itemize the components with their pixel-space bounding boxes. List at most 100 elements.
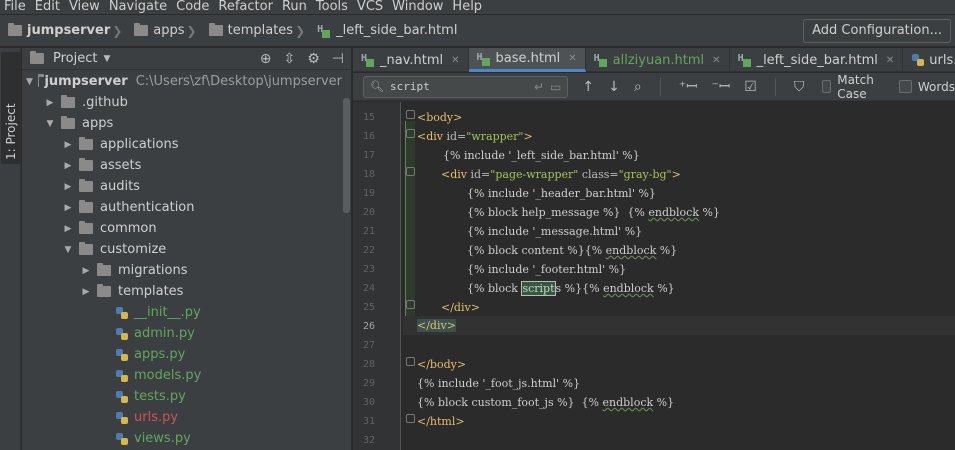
expand-arrow-icon[interactable]: ▼ — [44, 119, 56, 129]
expand-arrow-icon[interactable]: ▼ — [26, 77, 33, 87]
add-configuration-button[interactable]: Add Configuration... — [803, 19, 951, 43]
line-number: 21 — [362, 226, 375, 237]
collapsed-arrow-icon[interactable]: ▶ — [62, 161, 74, 171]
menu-vcs[interactable]: VCS — [357, 0, 383, 14]
collapsed-arrow-icon[interactable]: ▶ — [62, 203, 74, 213]
folder-icon — [61, 116, 75, 129]
close-icon[interactable]: ✕ — [451, 55, 459, 66]
python-file-icon — [115, 369, 129, 383]
tree-folder-item[interactable]: ▼ apps — [22, 113, 342, 134]
tree-file-item[interactable]: ▶admin.py — [22, 323, 342, 344]
menu-view[interactable]: View — [69, 0, 100, 14]
code-line-21: {% include '_message.html' %} — [467, 225, 643, 238]
collapsed-arrow-icon[interactable]: ▶ — [62, 224, 74, 234]
menu-navigate[interactable]: Navigate — [109, 0, 167, 14]
breadcrumb-apps[interactable]: apps ❯ — [134, 23, 202, 38]
tree-item-label: customize — [100, 242, 167, 257]
breadcrumb-file[interactable]: _left_side_bar.html — [317, 23, 457, 38]
project-panel-header: Project ▼ ⊕ ⇳ ⚙ ⊣ — [22, 48, 352, 70]
gear-icon[interactable]: ⚙ — [307, 51, 320, 67]
collapsed-arrow-icon[interactable]: ▶ — [80, 287, 92, 297]
editor-tabs: _nav.html✕base.html✕allziyuan.html✕_left… — [353, 48, 955, 72]
project-scrollbar[interactable] — [343, 98, 350, 213]
breadcrumb-templates[interactable]: templates ❯ — [208, 23, 312, 38]
python-file-icon — [115, 390, 129, 404]
tree-file-item[interactable]: ▶views.py — [22, 428, 342, 449]
menu-window[interactable]: Window — [392, 0, 443, 14]
collapse-all-icon[interactable]: ⇳ — [284, 51, 296, 67]
tree-file-item[interactable]: ▶urls.py — [22, 407, 342, 428]
tree-folder-item[interactable]: ▶ templates — [22, 281, 342, 302]
code-editor[interactable]: 15 16 17 18 19 20 21 22 23 24 25 26 27 28 29 30 31 32 <bo… — [353, 102, 955, 450]
next-occurrence-icon[interactable]: ↓ — [608, 79, 620, 95]
checkbox-box[interactable] — [898, 80, 912, 93]
tree-folder-item[interactable]: ▶ assets — [22, 155, 342, 176]
remove-selection-icon[interactable]: ⁻ꟷ — [711, 77, 730, 96]
html-file-icon — [317, 24, 331, 38]
close-icon[interactable]: ✕ — [886, 55, 894, 66]
menu-bar: File Edit View Navigate Code Refactor Run Tools… — [0, 0, 955, 14]
tree-folder-item[interactable]: ▶ common — [22, 218, 342, 239]
tree-root[interactable]: ▼ jumpserver C:\Users\zf\Desktop\jumpser… — [22, 71, 342, 92]
menu-tools[interactable]: Tools — [316, 0, 348, 14]
collapsed-arrow-icon[interactable]: ▶ — [62, 182, 74, 192]
close-icon[interactable]: ✕ — [712, 55, 720, 66]
tree-folder-item[interactable]: ▶ applications — [22, 134, 342, 155]
menu-code[interactable]: Code — [176, 0, 209, 14]
project-tool-window-tab[interactable]: 1: Project — [1, 52, 20, 164]
collapsed-arrow-icon[interactable]: ▶ — [80, 266, 92, 276]
search-icon[interactable]: 🔍︎ — [370, 80, 384, 93]
tree-folder-item[interactable]: ▼ customize — [22, 239, 342, 260]
tool-window-strip: 1: Project — [0, 48, 21, 450]
find-all-icon[interactable]: ⌕ — [634, 79, 642, 95]
menu-run[interactable]: Run — [282, 0, 307, 14]
locate-icon[interactable]: ⊕ — [260, 51, 272, 67]
menu-refactor[interactable]: Refactor — [218, 0, 273, 14]
tab-left-side-bar-html[interactable]: _left_side_bar.html ✕ — [730, 48, 904, 72]
code-area[interactable]: <body> <div id="wrapper"> {% include '_l… — [403, 102, 955, 450]
collapsed-arrow-icon[interactable]: ▶ — [62, 140, 74, 150]
filter-icon[interactable]: ⛉ — [794, 79, 805, 95]
tree-file-item[interactable]: ▶apps.py — [22, 344, 342, 365]
menu-help[interactable]: Help — [452, 0, 482, 14]
dropdown-arrow-icon[interactable]: ▼ — [103, 54, 110, 64]
select-all-occurrences-icon[interactable]: ☑ — [744, 79, 757, 95]
tree-file-item[interactable]: ▶models.py — [22, 365, 342, 386]
tab-nav-html[interactable]: _nav.html ✕ — [353, 48, 469, 72]
project-panel-title[interactable]: Project — [53, 51, 97, 66]
hide-icon[interactable]: ⊣ — [332, 51, 344, 67]
tab-base-html[interactable]: base.html ✕ — [468, 48, 586, 72]
line-number: 22 — [362, 245, 375, 256]
search-field[interactable]: 🔍︎ ↵ ▭ — [363, 75, 569, 98]
tree-folder-item[interactable]: ▶ .github — [22, 92, 342, 113]
tab-urls-py[interactable]: urls.py✕ — [903, 48, 955, 72]
menu-edit[interactable]: Edit — [35, 0, 60, 14]
close-icon[interactable]: ✕ — [568, 53, 576, 64]
line-number: 27 — [362, 340, 375, 351]
code-line-23: {% include '_footer.html' %} — [467, 263, 627, 276]
add-selection-icon[interactable]: ⁺ꟷ — [679, 77, 698, 96]
search-input[interactable] — [389, 80, 530, 93]
tree-folder-item[interactable]: ▶ authentication — [22, 197, 342, 218]
menu-file[interactable]: File — [4, 0, 26, 14]
new-line-icon[interactable]: ↵ — [534, 80, 544, 94]
tree-file-item[interactable]: ▶tests.py — [22, 386, 342, 407]
tree-item-label: common — [100, 221, 157, 236]
line-number: 15 — [362, 112, 375, 123]
collapsed-arrow-icon[interactable]: ▶ — [44, 98, 56, 108]
previous-occurrence-icon[interactable]: ↑ — [582, 79, 594, 95]
expand-arrow-icon[interactable]: ▼ — [62, 245, 74, 255]
tree-file-item[interactable]: ▶__init__.py — [22, 302, 342, 323]
tab-allziyuan-html[interactable]: allziyuan.html ✕ — [586, 48, 730, 72]
tree-folder-item[interactable]: ▶ migrations — [22, 260, 342, 281]
tree-folder-item[interactable]: ▶ audits — [22, 176, 342, 197]
tree-item-label: apps — [82, 116, 114, 131]
breadcrumb-project[interactable]: jumpserver ❯ — [8, 23, 128, 38]
match-case-checkbox[interactable]: Match Case — [822, 73, 881, 101]
divider — [659, 77, 661, 96]
words-checkbox[interactable]: Words — [898, 80, 955, 94]
code-line-20: {% block help_message %} {% endblock %} — [467, 206, 720, 219]
clear-icon[interactable]: ▭ — [550, 80, 561, 94]
code-line-31: </html> — [417, 415, 465, 428]
checkbox-box[interactable] — [822, 80, 832, 93]
